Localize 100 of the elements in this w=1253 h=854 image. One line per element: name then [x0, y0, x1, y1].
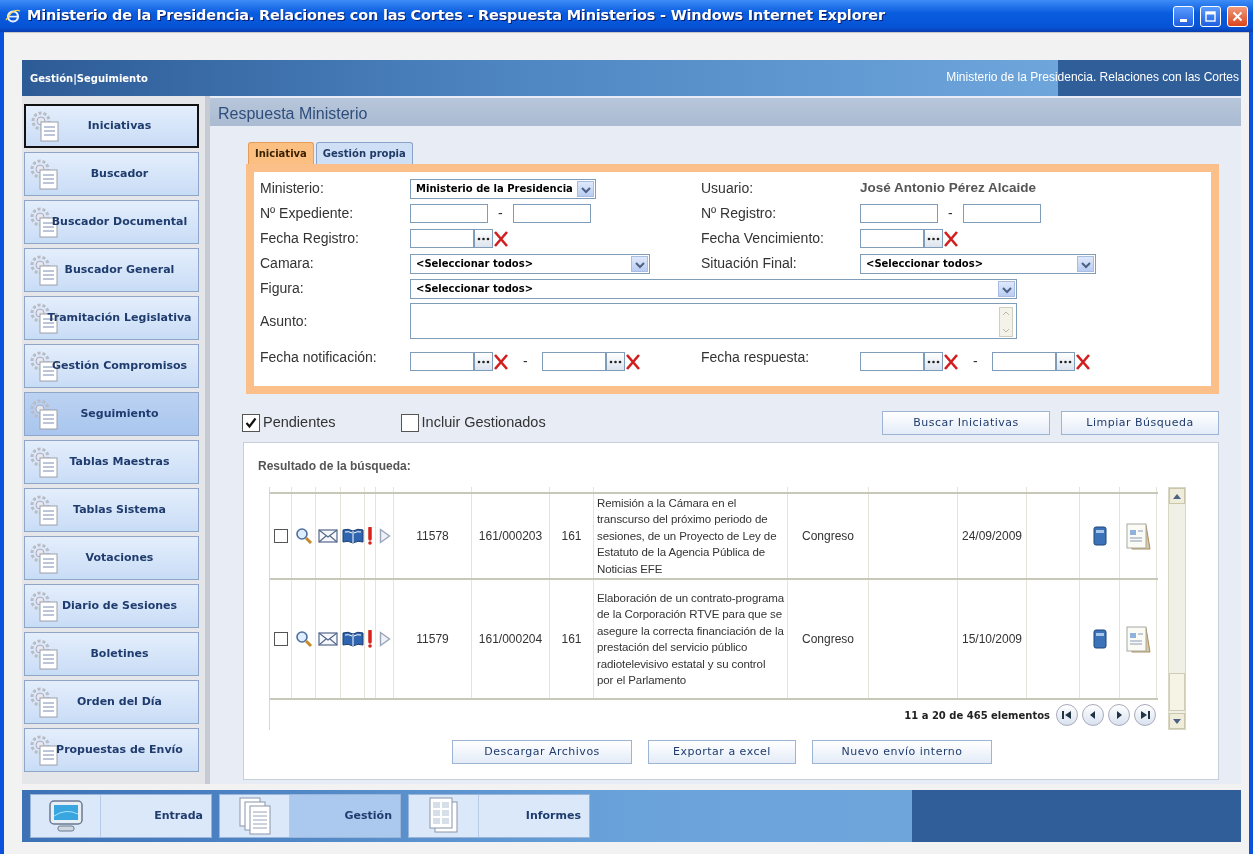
clear-icon[interactable] — [493, 229, 509, 248]
up-arrow-icon — [1173, 493, 1181, 499]
ellipsis-icon — [927, 359, 940, 364]
field-label: Fecha Vencimiento: — [701, 229, 825, 248]
sidebar-item[interactable]: Tramitación Legislativa — [24, 296, 199, 340]
exclamation-icon[interactable] — [367, 527, 373, 545]
table-cell-text: 11578 — [416, 528, 449, 545]
sidebar-item[interactable]: Diario de Sesiones — [24, 584, 199, 628]
checkbox[interactable] — [242, 414, 260, 432]
action-button[interactable]: Exportar a excel — [648, 740, 796, 764]
form-button[interactable]: Buscar Iniciativas — [882, 411, 1050, 435]
field-label: Asunto: — [260, 311, 309, 331]
dropdown[interactable]: <Seleccionar todos> — [410, 278, 1017, 299]
envelope-icon[interactable] — [318, 528, 338, 544]
text-field[interactable] — [962, 204, 1041, 223]
date-field[interactable] — [860, 352, 924, 371]
close-button[interactable] — [1227, 5, 1248, 27]
text-area[interactable] — [410, 303, 1017, 339]
module-tab[interactable]: Entrada — [30, 794, 212, 838]
action-button[interactable]: Nuevo envío interno — [812, 740, 992, 764]
date-field[interactable] — [410, 229, 474, 248]
date-field[interactable] — [860, 229, 924, 248]
field-label: Camara: — [260, 254, 315, 273]
document-gear-icon — [30, 110, 60, 142]
date-field[interactable] — [541, 352, 606, 371]
sidebar-item[interactable]: Buscador — [24, 152, 199, 196]
document-gear-icon — [29, 494, 59, 526]
sidebar-item[interactable]: Propuestas de Envío — [24, 728, 199, 772]
ellipsis-icon — [477, 236, 490, 241]
module-tab[interactable]: Gestión — [219, 794, 401, 838]
calendar-button[interactable] — [474, 229, 493, 248]
scroll-up-button[interactable] — [1169, 488, 1185, 504]
table-cell-text: Congreso — [802, 528, 854, 545]
book-icon[interactable] — [341, 528, 364, 544]
tab[interactable]: Iniciativa — [248, 142, 314, 164]
row-checkbox[interactable] — [273, 632, 288, 646]
field-label: Fecha notificación: — [260, 348, 378, 367]
sidebar-item[interactable]: Buscador Documental — [24, 200, 199, 244]
text-field[interactable] — [860, 204, 938, 223]
scroll-thumb[interactable] — [1169, 673, 1185, 711]
field-label: Fecha respuesta: — [701, 348, 811, 367]
sidebar-item[interactable]: Boletines — [24, 632, 199, 676]
document-gear-icon — [29, 590, 59, 622]
ellipsis-icon — [477, 359, 490, 364]
document-gear-icon — [29, 158, 59, 190]
calendar-button[interactable] — [474, 352, 493, 371]
sidebar-item[interactable]: Tablas Sistema — [24, 488, 199, 532]
envelope-icon[interactable] — [318, 631, 338, 647]
sidebar-item[interactable]: Iniciativas — [24, 104, 199, 148]
table-cell-text: Remisión a la Cámara en el transcurso del próximo periodo de sesiones, de un Proyecto de Ley de Estatuto de la Agencia Pública de Noticias EFE — [597, 495, 778, 577]
dropdown[interactable]: <Seleccionar todos> — [410, 253, 650, 274]
calendar-button[interactable] — [924, 352, 943, 371]
checkmark-icon — [245, 417, 257, 429]
clear-icon[interactable] — [624, 352, 641, 371]
previous-page-button[interactable] — [1082, 704, 1104, 726]
book-icon[interactable] — [341, 631, 364, 647]
dropdown[interactable]: <Seleccionar todos> — [860, 253, 1096, 274]
text-field[interactable] — [512, 204, 591, 223]
next-page-button[interactable] — [1108, 704, 1130, 726]
notebook-icon[interactable] — [1092, 526, 1107, 546]
field-label: Figura: — [260, 279, 305, 298]
sidebar-item[interactable]: Tablas Maestras — [24, 440, 199, 484]
scroll-down-button[interactable] — [1169, 713, 1185, 729]
last-page-button[interactable] — [1134, 704, 1156, 726]
user-name: José Antonio Pérez Alcaide — [860, 179, 1037, 198]
document-gear-icon — [29, 734, 59, 766]
text-field[interactable] — [410, 204, 488, 223]
first-icon — [1060, 708, 1074, 722]
clear-icon[interactable] — [943, 352, 959, 371]
module-tab[interactable]: Informes — [408, 794, 590, 838]
table-cell-text: Congreso — [802, 631, 854, 648]
action-button[interactable]: Descargar Archivos — [452, 740, 632, 764]
scrollbar[interactable] — [1168, 487, 1186, 730]
sidebar-item[interactable]: Orden del Día — [24, 680, 199, 724]
clear-icon[interactable] — [1074, 352, 1091, 371]
clear-icon[interactable] — [493, 352, 509, 371]
pagination-info: 11 a 20 de 465 elementos — [904, 708, 1050, 723]
range-separator: - — [948, 204, 953, 223]
search-icon[interactable] — [294, 630, 313, 648]
sidebar-item[interactable]: Gestión Compromisos — [24, 344, 199, 388]
search-icon[interactable] — [294, 527, 313, 545]
date-field[interactable] — [410, 352, 474, 371]
tab[interactable]: Gestión propia — [315, 142, 413, 164]
notebook-icon[interactable] — [1092, 629, 1107, 649]
maximize-button[interactable] — [1200, 5, 1221, 27]
range-separator: - — [523, 352, 528, 371]
first-page-button[interactable] — [1056, 704, 1078, 726]
dropdown[interactable]: Ministerio de la Presidencia — [410, 178, 596, 199]
row-checkbox[interactable] — [273, 529, 288, 543]
checkbox[interactable] — [400, 414, 419, 432]
clear-icon[interactable] — [943, 229, 959, 248]
exclamation-icon[interactable] — [367, 630, 373, 648]
calendar-button[interactable] — [924, 229, 943, 248]
minimize-button[interactable] — [1173, 5, 1194, 27]
sidebar-item[interactable]: Buscador General — [24, 248, 199, 292]
sidebar-item[interactable]: Seguimiento — [24, 392, 199, 436]
date-field[interactable] — [991, 352, 1056, 371]
ellipsis-icon — [608, 359, 622, 364]
form-button[interactable]: Limpiar Búsqueda — [1061, 411, 1219, 435]
sidebar-item[interactable]: Votaciones — [24, 536, 199, 580]
